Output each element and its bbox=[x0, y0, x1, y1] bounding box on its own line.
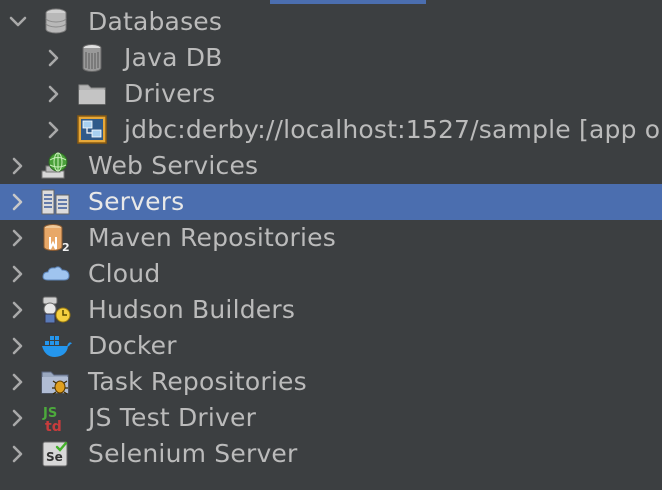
connection-icon bbox=[76, 115, 108, 145]
tree-node-label: Task Repositories bbox=[88, 367, 307, 396]
svg-text:2: 2 bbox=[62, 241, 70, 253]
tree-node-task-repositories[interactable]: Task Repositories bbox=[0, 364, 662, 400]
services-tree[interactable]: Databases Java DB Drivers jdbc:derby://l… bbox=[0, 4, 662, 472]
tree-node-cloud[interactable]: Cloud bbox=[0, 256, 662, 292]
tree-node-label: Web Services bbox=[88, 151, 259, 180]
tree-node-docker[interactable]: Docker bbox=[0, 328, 662, 364]
chevron-right-icon[interactable] bbox=[8, 372, 28, 392]
chevron-right-icon[interactable] bbox=[8, 300, 28, 320]
chevron-right-icon[interactable] bbox=[8, 408, 28, 428]
servers-icon bbox=[40, 187, 72, 217]
tree-node-label: Databases bbox=[88, 7, 223, 36]
svg-text:Se: Se bbox=[46, 450, 63, 464]
maven-icon: 2 bbox=[40, 223, 72, 253]
tree-node-label: Servers bbox=[88, 187, 185, 216]
tree-node-label: jdbc:derby://localhost:1527/sample [app … bbox=[124, 115, 662, 144]
chevron-right-icon[interactable] bbox=[8, 228, 28, 248]
selenium-icon: Se bbox=[40, 439, 72, 469]
chevron-right-icon[interactable] bbox=[8, 264, 28, 284]
chevron-right-icon[interactable] bbox=[44, 48, 64, 68]
tree-node-java-db[interactable]: Java DB bbox=[0, 40, 662, 76]
web-services-icon bbox=[40, 151, 72, 181]
js-test-driver-icon: JS td bbox=[40, 403, 72, 433]
hudson-icon bbox=[40, 295, 72, 325]
chevron-right-icon[interactable] bbox=[8, 192, 28, 212]
tree-node-selenium-server[interactable]: Se Selenium Server bbox=[0, 436, 662, 472]
tree-node-hudson-builders[interactable]: Hudson Builders bbox=[0, 292, 662, 328]
tree-node-label: JS Test Driver bbox=[88, 403, 257, 432]
tree-node-label: Drivers bbox=[124, 79, 216, 108]
chevron-right-icon[interactable] bbox=[44, 120, 64, 140]
tree-node-label: Maven Repositories bbox=[88, 223, 336, 252]
tree-node-js-test-driver[interactable]: JS td JS Test Driver bbox=[0, 400, 662, 436]
tree-node-label: Cloud bbox=[88, 259, 161, 288]
tree-node-label: Selenium Server bbox=[88, 439, 298, 468]
chevron-right-icon[interactable] bbox=[8, 444, 28, 464]
tree-node-servers[interactable]: Servers bbox=[0, 184, 662, 220]
tree-node-label: Hudson Builders bbox=[88, 295, 296, 324]
chevron-right-icon[interactable] bbox=[8, 156, 28, 176]
tree-node-label: Java DB bbox=[124, 43, 223, 72]
javadb-icon bbox=[76, 43, 108, 73]
chevron-right-icon[interactable] bbox=[8, 336, 28, 356]
chevron-down-icon[interactable] bbox=[8, 12, 28, 32]
cloud-icon bbox=[40, 259, 72, 289]
docker-icon bbox=[40, 331, 72, 361]
tree-node-databases[interactable]: Databases bbox=[0, 4, 662, 40]
tree-node-drivers[interactable]: Drivers bbox=[0, 76, 662, 112]
tree-node-label: Docker bbox=[88, 331, 177, 360]
folder-icon bbox=[76, 79, 108, 109]
tree-node-web-services[interactable]: Web Services bbox=[0, 148, 662, 184]
tree-node-jdbc-connection[interactable]: jdbc:derby://localhost:1527/sample [app … bbox=[0, 112, 662, 148]
chevron-right-icon[interactable] bbox=[44, 84, 64, 104]
svg-text:td: td bbox=[45, 419, 62, 433]
task-repositories-icon bbox=[40, 367, 72, 397]
tree-node-maven-repositories[interactable]: 2 Maven Repositories bbox=[0, 220, 662, 256]
database-icon bbox=[40, 7, 72, 37]
